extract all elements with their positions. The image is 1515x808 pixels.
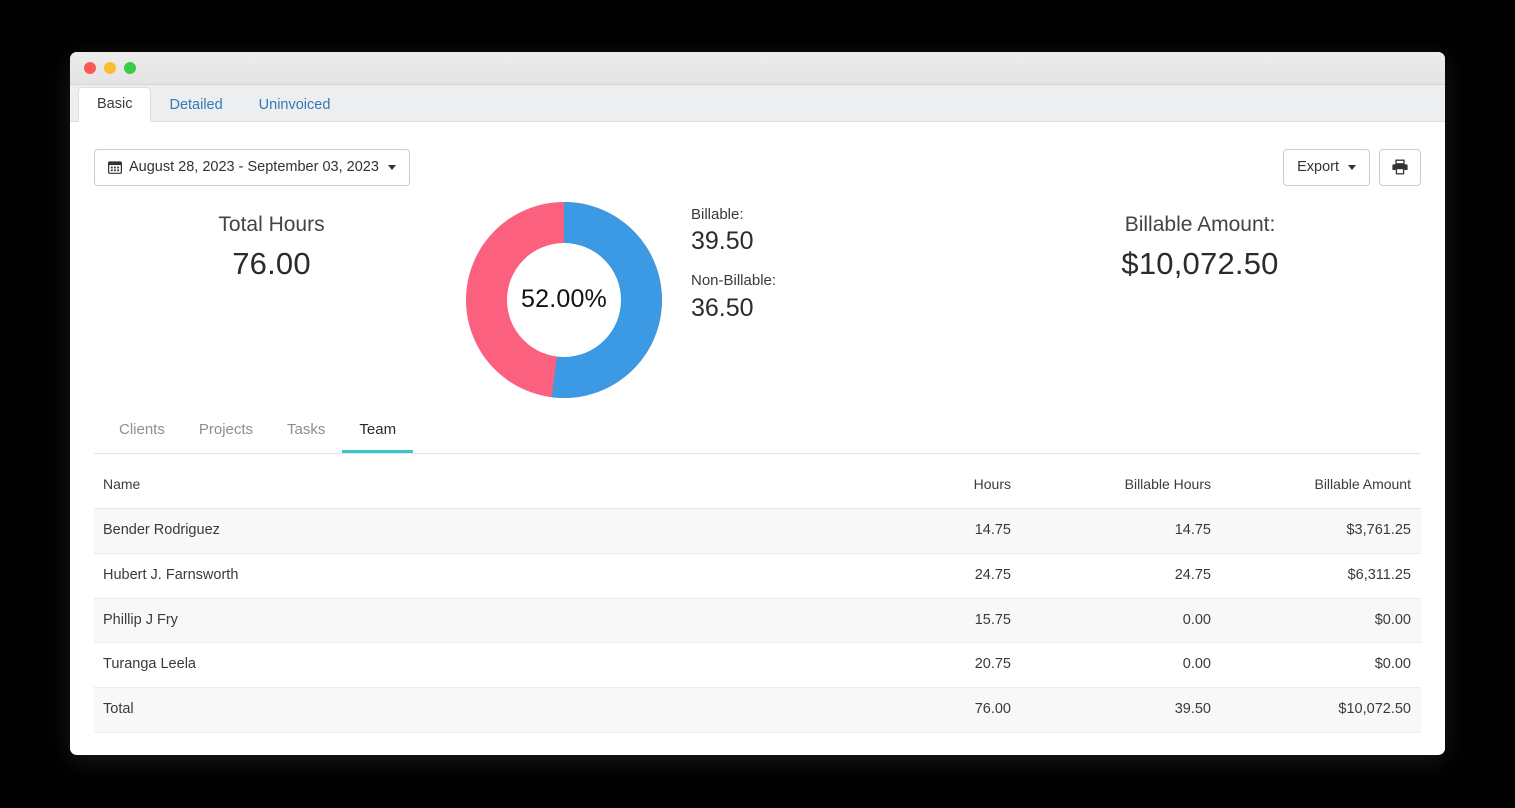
tab-basic[interactable]: Basic <box>78 86 152 122</box>
tab-uninvoiced[interactable]: Uninvoiced <box>241 89 349 123</box>
window-titlebar <box>70 52 1445 85</box>
printer-icon <box>1392 159 1408 175</box>
report-toolbar: August 28, 2023 - September 03, 2023 Exp… <box>94 122 1421 186</box>
export-label: Export <box>1297 159 1339 175</box>
calendar-icon <box>108 160 122 175</box>
subtab-projects-label: Projects <box>198 420 254 438</box>
report-content: August 28, 2023 - September 03, 2023 Exp… <box>70 122 1445 754</box>
cell-hours: 76.00 <box>876 687 1021 734</box>
column-header-hours[interactable]: Hours <box>876 453 1021 509</box>
cell-name: Phillip J Fry <box>94 598 876 644</box>
primary-tab-bar: Basic Detailed Uninvoiced <box>70 85 1445 122</box>
team-report-table: Name Hours Billable Hours Billable Amoun… <box>94 453 1421 734</box>
tab-basic-label: Basic <box>97 95 133 112</box>
table-total-row: Total 76.00 39.50 $10,072.50 <box>94 687 1421 734</box>
tab-detailed-label: Detailed <box>169 96 223 113</box>
total-hours-label: Total Hours <box>218 212 325 236</box>
cell-billable-hours: 24.75 <box>1021 553 1221 599</box>
cell-name: Total <box>94 687 876 734</box>
subtab-projects[interactable]: Projects <box>182 412 270 453</box>
breakdown-tab-bar: Clients Projects Tasks Team <box>94 412 1421 454</box>
table-row[interactable]: Turanga Leela 20.75 0.00 $0.00 <box>94 642 1421 689</box>
column-header-name[interactable]: Name <box>94 453 876 509</box>
cell-billable-amount: $0.00 <box>1221 642 1421 689</box>
cell-billable-amount: $3,761.25 <box>1221 508 1421 554</box>
cell-billable-hours: 0.00 <box>1021 642 1221 689</box>
toolbar-actions: Export <box>1283 149 1421 186</box>
cell-billable-amount: $10,072.50 <box>1221 687 1421 734</box>
subtab-clients-label: Clients <box>119 420 165 438</box>
cell-hours: 14.75 <box>876 508 1021 554</box>
billable-amount-label: Billable Amount: <box>1124 212 1276 236</box>
chevron-down-icon <box>1348 164 1356 170</box>
table-row[interactable]: Hubert J. Farnsworth 24.75 24.75 $6,311.… <box>94 553 1421 599</box>
minimize-window-button[interactable] <box>104 62 116 74</box>
cell-hours: 20.75 <box>876 642 1021 689</box>
cell-billable-hours: 14.75 <box>1021 508 1221 554</box>
summary-row: Total Hours 76.00 52.00% Billable: 39.50… <box>94 200 1421 410</box>
total-hours-card: Total Hours 76.00 <box>94 200 449 282</box>
non-billable-label: Non-Billable: <box>691 272 777 290</box>
column-header-billable-amount[interactable]: Billable Amount <box>1221 453 1421 509</box>
table-row[interactable]: Bender Rodriguez 14.75 14.75 $3,761.25 <box>94 508 1421 554</box>
cell-billable-hours: 39.50 <box>1021 687 1221 734</box>
billable-label: Billable: <box>691 205 744 223</box>
subtab-clients[interactable]: Clients <box>102 412 182 453</box>
donut-center-label: 52.00% <box>521 285 607 314</box>
cell-name: Turanga Leela <box>94 642 876 689</box>
app-window: Basic Detailed Uninvoiced August 28, 202… <box>70 52 1445 755</box>
cell-hours: 24.75 <box>876 553 1021 599</box>
cell-name: Hubert J. Farnsworth <box>94 553 876 599</box>
cell-billable-amount: $6,311.25 <box>1221 553 1421 599</box>
table-body: Bender Rodriguez 14.75 14.75 $3,761.25 H… <box>94 508 1421 734</box>
subtab-tasks[interactable]: Tasks <box>270 412 342 453</box>
export-button[interactable]: Export <box>1283 149 1370 186</box>
billable-amount-card: Billable Amount: $10,072.50 <box>979 200 1421 282</box>
subtab-tasks-label: Tasks <box>287 420 326 438</box>
cell-name: Bender Rodriguez <box>94 508 876 554</box>
table-row[interactable]: Phillip J Fry 15.75 0.00 $0.00 <box>94 598 1421 644</box>
subtab-team[interactable]: Team <box>342 412 414 453</box>
table-header-row: Name Hours Billable Hours Billable Amoun… <box>94 453 1421 509</box>
date-range-label: August 28, 2023 - September 03, 2023 <box>129 159 379 175</box>
column-header-billable-hours[interactable]: Billable Hours <box>1021 453 1221 509</box>
total-hours-value: 76.00 <box>232 246 311 282</box>
billable-amount-value: $10,072.50 <box>1121 246 1279 282</box>
cell-billable-hours: 0.00 <box>1021 598 1221 644</box>
cell-hours: 15.75 <box>876 598 1021 644</box>
table-head: Name Hours Billable Hours Billable Amoun… <box>94 453 1421 509</box>
donut-wrap: 52.00% <box>466 201 663 398</box>
print-button[interactable] <box>1379 149 1421 186</box>
billable-donut-chart: 52.00% <box>449 200 679 398</box>
billable-split-card: Billable: 39.50 Non-Billable: 36.50 <box>679 200 979 337</box>
zoom-window-button[interactable] <box>124 62 136 74</box>
subtab-team-label: Team <box>359 420 397 438</box>
tab-detailed[interactable]: Detailed <box>151 89 240 123</box>
chevron-down-icon <box>387 164 396 170</box>
close-window-button[interactable] <box>84 62 96 74</box>
non-billable-value: 36.50 <box>691 293 754 322</box>
billable-value: 39.50 <box>691 227 754 256</box>
date-range-picker[interactable]: August 28, 2023 - September 03, 2023 <box>94 149 410 186</box>
cell-billable-amount: $0.00 <box>1221 598 1421 644</box>
tab-uninvoiced-label: Uninvoiced <box>258 96 331 113</box>
